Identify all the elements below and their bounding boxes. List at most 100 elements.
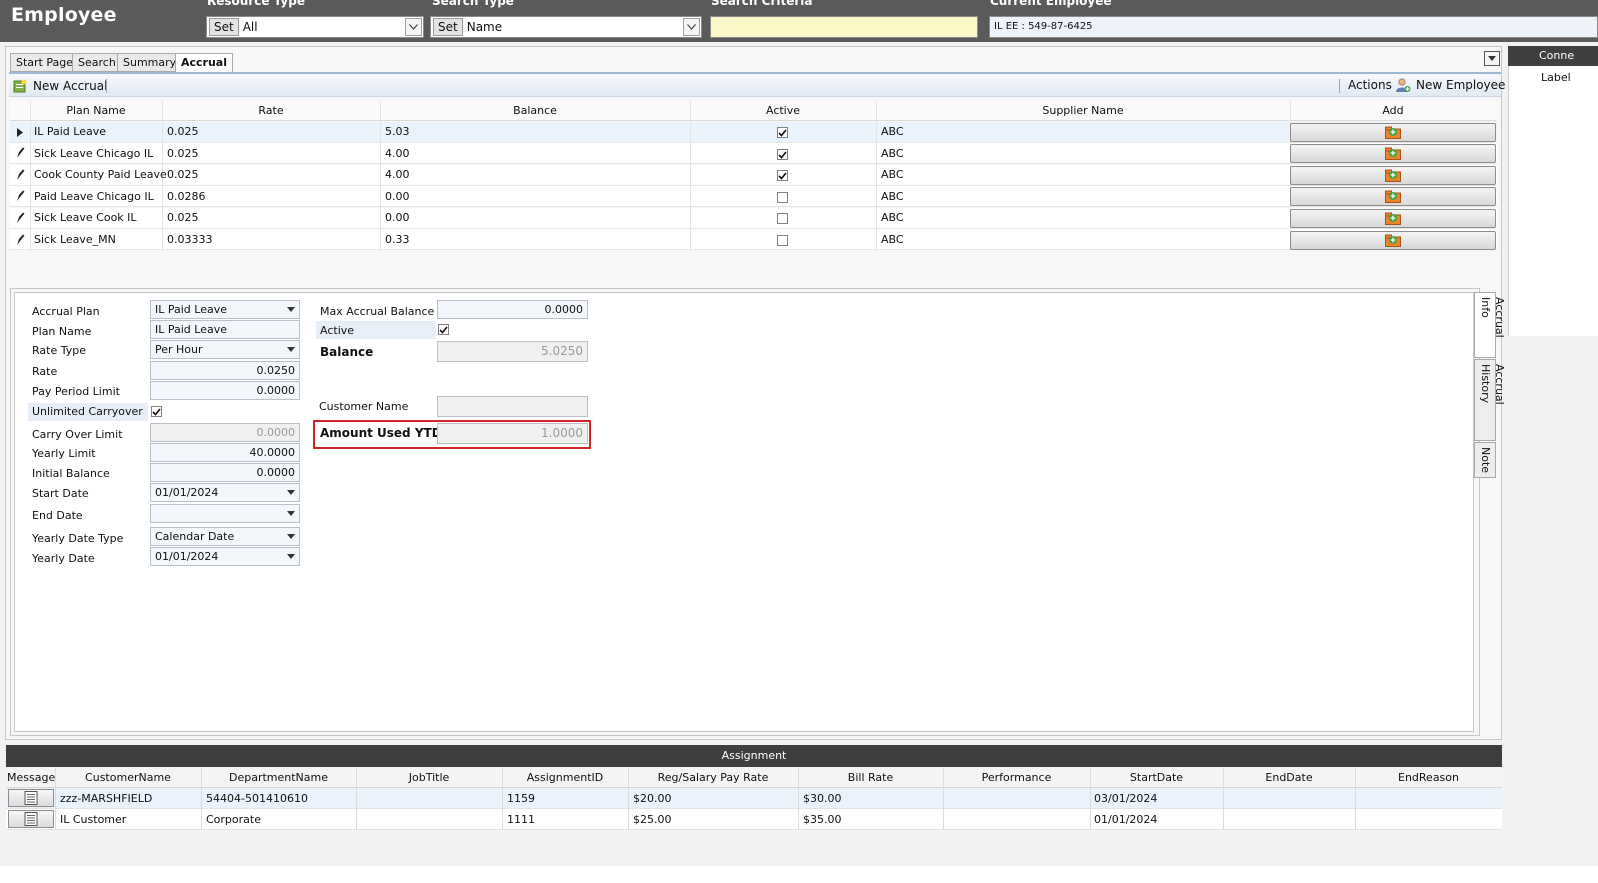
actions-menu[interactable]: Actions: [1348, 78, 1392, 92]
tab-search[interactable]: Search: [72, 53, 122, 72]
chevron-down-icon[interactable]: [683, 18, 700, 36]
active-checkbox[interactable]: [438, 324, 449, 335]
customer-name-label: Customer Name: [319, 400, 409, 413]
row-supplier: ABC: [881, 147, 904, 160]
tab-accrual[interactable]: Accrual: [175, 53, 234, 74]
col-assignment-id[interactable]: AssignmentID: [502, 771, 628, 784]
tab-note-label: Note: [1479, 447, 1492, 474]
connection-panel: [1508, 46, 1598, 336]
toolbar-separator: [106, 79, 107, 93]
col-start-date[interactable]: StartDate: [1090, 771, 1223, 784]
rate-type-select[interactable]: Per Hour: [150, 340, 300, 359]
row-rate: 0.025: [167, 211, 199, 224]
col-rate[interactable]: Rate: [162, 104, 380, 117]
add-folder-icon: [1385, 212, 1401, 225]
tab-start-page[interactable]: Start Page: [10, 53, 79, 72]
resource-type-label: Resource Type: [207, 0, 305, 8]
col-customer-name[interactable]: CustomerName: [55, 771, 201, 784]
row-balance: 5.03: [385, 125, 410, 138]
search-criteria-input[interactable]: [710, 16, 978, 38]
row-active-checkbox[interactable]: [777, 192, 788, 203]
pay-period-limit-field[interactable]: 0.0000: [150, 381, 300, 400]
accrual-plan-select[interactable]: IL Paid Leave: [150, 300, 300, 319]
col-supplier-name[interactable]: Supplier Name: [876, 104, 1290, 117]
row-add-button[interactable]: [1290, 209, 1496, 228]
assignment-bill-rate: $35.00: [803, 813, 842, 826]
message-button[interactable]: [8, 810, 54, 828]
tab-summary[interactable]: Summary: [117, 53, 183, 72]
current-employee-label: Current Employee: [990, 0, 1112, 8]
col-end-reason[interactable]: EndReason: [1355, 771, 1502, 784]
col-end-date[interactable]: EndDate: [1223, 771, 1355, 784]
accrual-row[interactable]: [10, 208, 1497, 229]
carry-over-limit-field[interactable]: 0.0000: [150, 423, 300, 442]
resource-type-set-button[interactable]: Set: [209, 18, 239, 36]
row-active-checkbox[interactable]: [777, 213, 788, 224]
chevron-down-icon: [287, 554, 295, 559]
row-add-button[interactable]: [1290, 166, 1496, 185]
chevron-down-icon[interactable]: [405, 18, 422, 36]
row-active-checkbox[interactable]: [777, 235, 788, 246]
search-type-set-button[interactable]: Set: [433, 18, 463, 36]
col-performance[interactable]: Performance: [943, 771, 1090, 784]
yearly-limit-label: Yearly Limit: [32, 447, 96, 460]
row-active-checkbox[interactable]: [777, 127, 788, 138]
edit-pencil-icon: [17, 234, 25, 245]
search-type-combo[interactable]: Set Name: [430, 16, 702, 38]
current-employee-field[interactable]: IL EE : 549-87-6425: [989, 16, 1598, 38]
yearly-date-value: 01/01/2024: [155, 550, 219, 563]
col-job-title[interactable]: JobTitle: [356, 771, 502, 784]
start-date-picker[interactable]: 01/01/2024: [150, 483, 300, 502]
accrual-row[interactable]: [10, 186, 1497, 207]
tab-underline: [9, 72, 1501, 74]
new-employee-button[interactable]: New Employee: [1395, 77, 1505, 93]
message-button[interactable]: [8, 789, 54, 807]
row-active-checkbox[interactable]: [777, 170, 788, 181]
row-supplier: ABC: [881, 125, 904, 138]
grid-divider: [356, 768, 357, 830]
col-active[interactable]: Active: [690, 104, 876, 117]
grid-divider: [1355, 768, 1356, 830]
end-date-picker[interactable]: [150, 504, 300, 523]
accrual-row[interactable]: [10, 143, 1497, 164]
yearly-date-type-select[interactable]: Calendar Date: [150, 527, 300, 546]
row-add-button[interactable]: [1290, 187, 1496, 206]
col-bill-rate[interactable]: Bill Rate: [798, 771, 943, 784]
chevron-down-icon: [287, 511, 295, 516]
row-add-button[interactable]: [1290, 231, 1496, 250]
collapse-dropdown-button[interactable]: [1484, 51, 1500, 66]
plan-name-field[interactable]: IL Paid Leave: [150, 320, 300, 339]
unlimited-carryover-checkbox[interactable]: [151, 406, 162, 417]
carry-over-limit-label: Carry Over Limit: [32, 428, 123, 441]
max-accrual-balance-field[interactable]: 0.0000: [437, 300, 588, 319]
grid-divider: [30, 101, 31, 251]
yearly-limit-field[interactable]: 40.0000: [150, 443, 300, 462]
col-add[interactable]: Add: [1290, 104, 1496, 117]
accrual-row[interactable]: [10, 229, 1497, 250]
row-add-button[interactable]: [1290, 144, 1496, 163]
customer-name-field[interactable]: [437, 396, 588, 417]
col-plan-name[interactable]: Plan Name: [30, 104, 162, 117]
tab-accrual-info[interactable]: Accrual Info: [1474, 292, 1506, 358]
initial-balance-field[interactable]: 0.0000: [150, 463, 300, 482]
row-active-checkbox[interactable]: [777, 149, 788, 160]
row-balance: 0.00: [385, 190, 410, 203]
balance-field[interactable]: 5.0250: [437, 341, 588, 362]
document-icon: [24, 791, 38, 805]
row-add-button[interactable]: [1290, 123, 1496, 142]
tab-accrual-history[interactable]: Accrual History: [1474, 359, 1506, 441]
pay-period-limit-label: Pay Period Limit: [32, 385, 120, 398]
new-accrual-button[interactable]: New Accrual: [12, 78, 107, 94]
accrual-row[interactable]: [10, 165, 1497, 186]
resource-type-combo[interactable]: Set All: [206, 16, 424, 38]
rate-field[interactable]: 0.0250: [150, 361, 300, 380]
tab-note[interactable]: Note: [1474, 442, 1496, 478]
grid-divider: [1223, 768, 1224, 830]
yearly-date-picker[interactable]: 01/01/2024: [150, 547, 300, 566]
col-department-name[interactable]: DepartmentName: [201, 771, 356, 784]
row-rate: 0.025: [167, 125, 199, 138]
col-balance[interactable]: Balance: [380, 104, 690, 117]
accrual-row[interactable]: [10, 122, 1497, 143]
col-message[interactable]: Message: [7, 771, 55, 784]
col-pay-rate[interactable]: Reg/Salary Pay Rate: [628, 771, 798, 784]
